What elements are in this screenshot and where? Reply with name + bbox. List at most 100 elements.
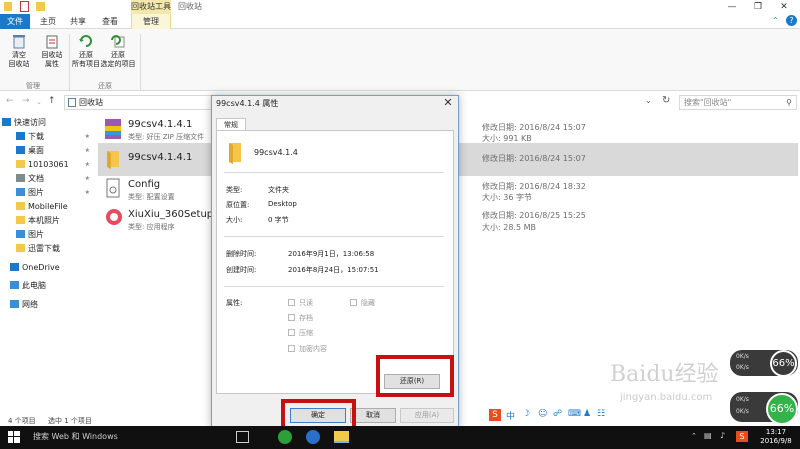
apply-button[interactable]: 应用(A): [400, 408, 454, 423]
sidebar-item[interactable]: 网络: [0, 299, 96, 311]
clock-date: 2016/9/8: [760, 437, 792, 445]
tab-file[interactable]: 文件: [0, 14, 30, 29]
sidebar-item-label: OneDrive: [22, 263, 60, 272]
divider: [224, 236, 444, 237]
ime-tray-icon[interactable]: S: [736, 431, 748, 442]
file-size: 大小: 28.5 MB: [482, 223, 536, 232]
bin-properties-button[interactable]: 回收站 属性: [36, 33, 68, 73]
pin-icon[interactable]: ★: [85, 145, 90, 157]
window-title: 回收站: [178, 2, 202, 11]
maximize-button[interactable]: ❐: [746, 0, 770, 14]
tray-expand-icon[interactable]: ⌃: [691, 432, 697, 440]
computer-icon: [10, 281, 19, 289]
application-icon: [106, 209, 122, 225]
size-label: 大小:: [226, 216, 243, 224]
new-folder-icon[interactable]: [36, 2, 45, 11]
skin-icon[interactable]: ♟: [583, 409, 591, 419]
readonly-checkbox[interactable]: 只读: [288, 298, 313, 308]
desktop-icon: [16, 146, 25, 154]
memory-gauge[interactable]: 66%: [770, 350, 797, 377]
sidebar-item[interactable]: 快速访问: [0, 117, 96, 129]
pin-icon[interactable]: ★: [85, 173, 90, 185]
properties-icon[interactable]: [20, 1, 29, 12]
encrypt-label: 加密内容: [299, 345, 327, 353]
tab-share[interactable]: 共享: [64, 14, 92, 29]
file-type: 类型: 好压 ZIP 压缩文件: [128, 133, 205, 141]
up-icon[interactable]: ↑: [48, 96, 56, 106]
back-icon[interactable]: ←: [6, 96, 14, 106]
watermark-url: jingyan.baidu.com: [620, 392, 713, 403]
tab-home[interactable]: 主页: [34, 14, 62, 29]
history-dropdown-icon[interactable]: ⌄: [36, 98, 42, 106]
picture-icon: [16, 188, 25, 196]
pin-icon[interactable]: ★: [85, 159, 90, 171]
browser-icon[interactable]: [306, 430, 320, 444]
dialog-close-button[interactable]: ✕: [440, 96, 456, 110]
network-status-icon[interactable]: ▤: [704, 431, 712, 440]
cancel-button[interactable]: 取消: [350, 408, 396, 423]
address-dropdown-icon[interactable]: ⌄: [645, 96, 652, 105]
hidden-checkbox[interactable]: 隐藏: [350, 298, 375, 308]
sidebar-item[interactable]: MobileFile: [0, 201, 96, 213]
sidebar-item[interactable]: 文档 ★: [0, 173, 96, 185]
tray-clock[interactable]: 13:17 2016/9/8: [758, 428, 794, 446]
microphone-icon[interactable]: ☍: [553, 409, 562, 419]
sidebar-item-label: 此电脑: [22, 281, 46, 290]
deleted-label: 删除时间:: [226, 250, 257, 258]
tab-view[interactable]: 查看: [96, 14, 124, 29]
file-explorer-icon[interactable]: [334, 431, 349, 443]
keyboard-icon[interactable]: ⌨: [568, 409, 581, 419]
sidebar-item[interactable]: 10103061 ★: [0, 159, 96, 171]
minimize-button[interactable]: —: [720, 0, 744, 14]
sidebar-item[interactable]: 桌面 ★: [0, 145, 96, 157]
punctuation-icon[interactable]: ☽: [522, 409, 530, 419]
forward-icon[interactable]: →: [22, 96, 30, 106]
sidebar-item[interactable]: 图片: [0, 229, 96, 241]
file-name[interactable]: 99csv4.1.4.1: [128, 152, 192, 163]
file-type: 类型: 配置设置: [128, 193, 175, 201]
sidebar-item[interactable]: OneDrive: [0, 262, 96, 274]
toolbox-icon[interactable]: ☷: [597, 409, 605, 419]
sidebar-item-label: MobileFile: [28, 202, 68, 211]
sidebar-item[interactable]: 本机照片: [0, 215, 96, 227]
sidebar-item[interactable]: 此电脑: [0, 280, 96, 292]
folder-icon: [4, 2, 12, 11]
empty-bin-button[interactable]: 清空 回收站: [3, 33, 35, 73]
ribbon-collapse-icon[interactable]: ⌃: [772, 16, 779, 25]
ime-icon[interactable]: S: [489, 409, 501, 421]
sidebar-item[interactable]: 迅雷下载: [0, 243, 96, 255]
archive-checkbox[interactable]: 存档: [288, 313, 313, 323]
file-size: 大小: 36 字节: [482, 193, 532, 202]
group-label-manage: 管理: [26, 82, 40, 90]
search-input[interactable]: 搜索"回收站" ⚲: [679, 95, 797, 110]
sidebar-item[interactable]: 图片 ★: [0, 187, 96, 199]
restore-selected-button[interactable]: 还原 选定的项目: [98, 33, 138, 73]
compress-checkbox[interactable]: 压缩: [288, 328, 313, 338]
help-icon[interactable]: ?: [786, 15, 797, 26]
checkbox-box: [288, 329, 295, 336]
upload-speed: 0K/s: [736, 396, 749, 403]
volume-icon[interactable]: ♪: [720, 431, 725, 440]
sidebar-item-label: 网络: [22, 300, 38, 309]
sidebar-item[interactable]: 下载 ★: [0, 131, 96, 143]
task-view-icon[interactable]: [236, 431, 249, 443]
refresh-icon[interactable]: ↻: [662, 95, 670, 106]
pin-icon[interactable]: ★: [85, 131, 90, 143]
tab-manage[interactable]: 管理: [131, 14, 171, 29]
encrypt-checkbox[interactable]: 加密内容: [288, 344, 327, 354]
memory-gauge[interactable]: 66%: [766, 393, 798, 425]
sidebar-item-label: 图片: [28, 188, 44, 197]
taskbar-search[interactable]: 搜索 Web 和 Windows: [33, 430, 118, 444]
address-bar[interactable]: 回收站: [64, 95, 214, 110]
group-separator: [140, 34, 141, 90]
deleted-value: 2016年9月1日，13:06:58: [288, 250, 375, 258]
browser-icon[interactable]: [278, 430, 292, 444]
emoji-icon[interactable]: ☺: [538, 409, 547, 419]
checkbox-box: [288, 345, 295, 352]
close-window-button[interactable]: ✕: [772, 0, 796, 14]
windows-start-icon[interactable]: [8, 431, 20, 443]
picture-icon: [16, 230, 25, 238]
pin-icon[interactable]: ★: [85, 187, 90, 199]
sidebar-item-label: 桌面: [28, 146, 44, 155]
chinese-mode-icon[interactable]: 中: [506, 409, 515, 422]
